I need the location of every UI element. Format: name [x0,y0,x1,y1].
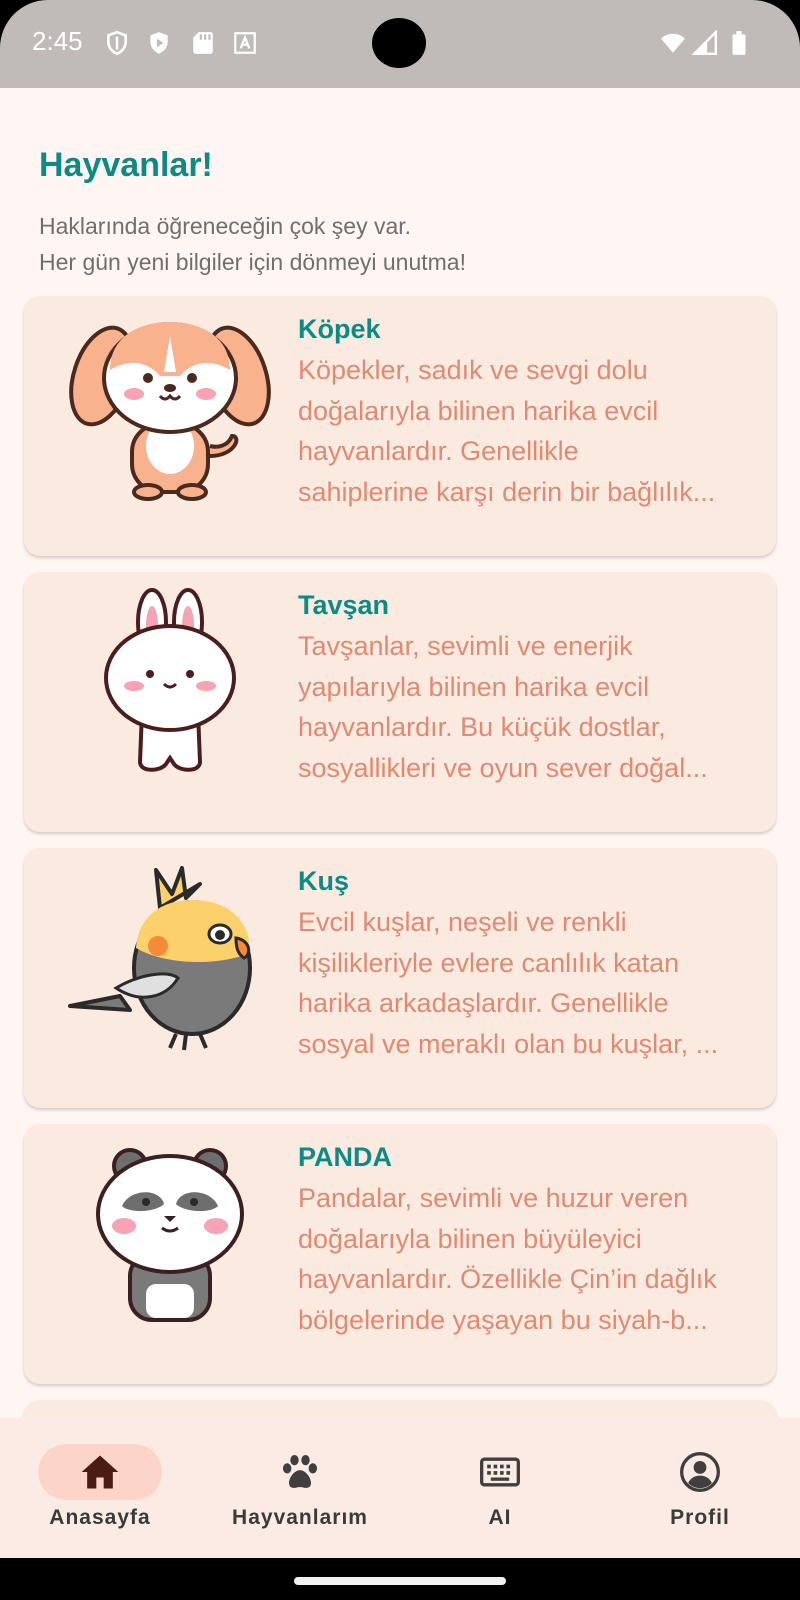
gesture-handle[interactable] [294,1577,506,1585]
camera-cutout [372,18,426,68]
system-navigation-area [0,1558,800,1600]
description-line: sosyal ve meraklı olan bu kuşlar, ... [298,1028,719,1059]
page-title: Hayvanlar! [39,146,213,184]
account-circle-icon [680,1452,720,1492]
bunny-illustration [104,588,236,772]
animal-name: Tavşan [298,590,390,620]
animal-description: Evcil kuşlar, neşeli ve renkli kişilikle… [298,902,776,1064]
description-line: Pandalar, sevimli ve huzur veren [298,1183,689,1213]
puppy-illustration [69,322,271,501]
play-protect-icon [150,32,168,54]
animal-card-tavsan[interactable]: Tavşan Tavşanlar, sevimli ve enerjik yap… [24,572,776,832]
description-line: harika arkadaşlardır. Genellikle [298,988,669,1018]
description-line: yapılarıyla bilinen harika evcil [298,671,650,702]
description-line: Tavşanlar, sevimli ve enerjik [298,631,633,661]
description-line: doğalarıyla bilinen harika evcil [298,395,659,426]
description-line: Evcil kuşlar, neşeli ve renkli [298,907,627,937]
page-subtitle: Haklarında öğreneceğin çok şey var. Her … [39,213,466,275]
description-line: kişilikleriyle evlere canlılık katan [298,947,680,978]
signal-icon [692,30,718,56]
sd-card-icon [193,32,213,54]
home-screen: Hayvanlar! Haklarında öğreneceğin çok şe… [0,88,800,1558]
nav-label: Anasayfa [49,1506,151,1529]
animal-description: Tavşanlar, sevimli ve enerjik yapılarıyl… [298,626,776,788]
status-bar: 2:45 [0,0,800,88]
description-line: hayvanlardır. Özellikle Çin’in dağlık [298,1264,717,1294]
status-time: 2:45 [32,26,83,56]
animal-card-kus[interactable]: Kuş Evcil kuşlar, neşeli ve renkli kişil… [24,848,776,1108]
description-line: sosyallikleri ve oyun sever doğal... [298,752,708,783]
nav-item-profil[interactable]: Profil [600,1418,800,1558]
animal-description: Köpekler, sadık ve sevgi dolu doğalarıyl… [298,350,776,512]
shield-icon [107,30,127,56]
animal-name: Köpek [298,314,381,344]
animal-name: Kuş [298,866,350,896]
animal-card-panda[interactable]: PANDA Pandalar, sevimli ve huzur veren d… [24,1124,776,1384]
keyboard-icon [480,1457,520,1487]
nav-label: AI [488,1506,512,1529]
bottom-navigation: Anasayfa Hayvanlarım AI Profil [0,1418,800,1558]
animal-card-kopek[interactable]: Köpek Köpekler, sadık ve sevgi dolu doğa… [24,296,776,556]
animal-description: Pandalar, sevimli ve huzur veren doğalar… [298,1178,776,1340]
description-line: Köpekler, sadık ve sevgi dolu [298,355,648,385]
home-icon [81,1455,119,1489]
description-line: doğalarıyla bilinen büyüleyici [298,1223,642,1254]
wifi-icon [661,33,685,53]
description-line: sahiplerine karşı derin bir bağlılık... [298,476,716,507]
font-a-icon [234,32,256,54]
description-line: hayvanlardır. Genellikle [298,436,579,466]
nav-label: Hayvanlarım [232,1506,368,1529]
paw-icon [282,1454,318,1488]
nav-item-anasayfa[interactable]: Anasayfa [0,1418,200,1558]
animal-name: PANDA [298,1142,392,1172]
nav-item-ai[interactable]: AI [400,1418,600,1558]
battery-icon [732,31,746,55]
cockatiel-illustration [68,866,252,1051]
nav-item-hayvanlarim[interactable]: Hayvanlarım [200,1418,400,1558]
nav-label: Profil [670,1506,730,1529]
description-line: hayvanlardır. Bu küçük dostlar, [298,712,666,742]
description-line: bölgelerinde yaşayan bu siyah-b... [298,1304,708,1335]
panda-illustration [96,1148,244,1322]
